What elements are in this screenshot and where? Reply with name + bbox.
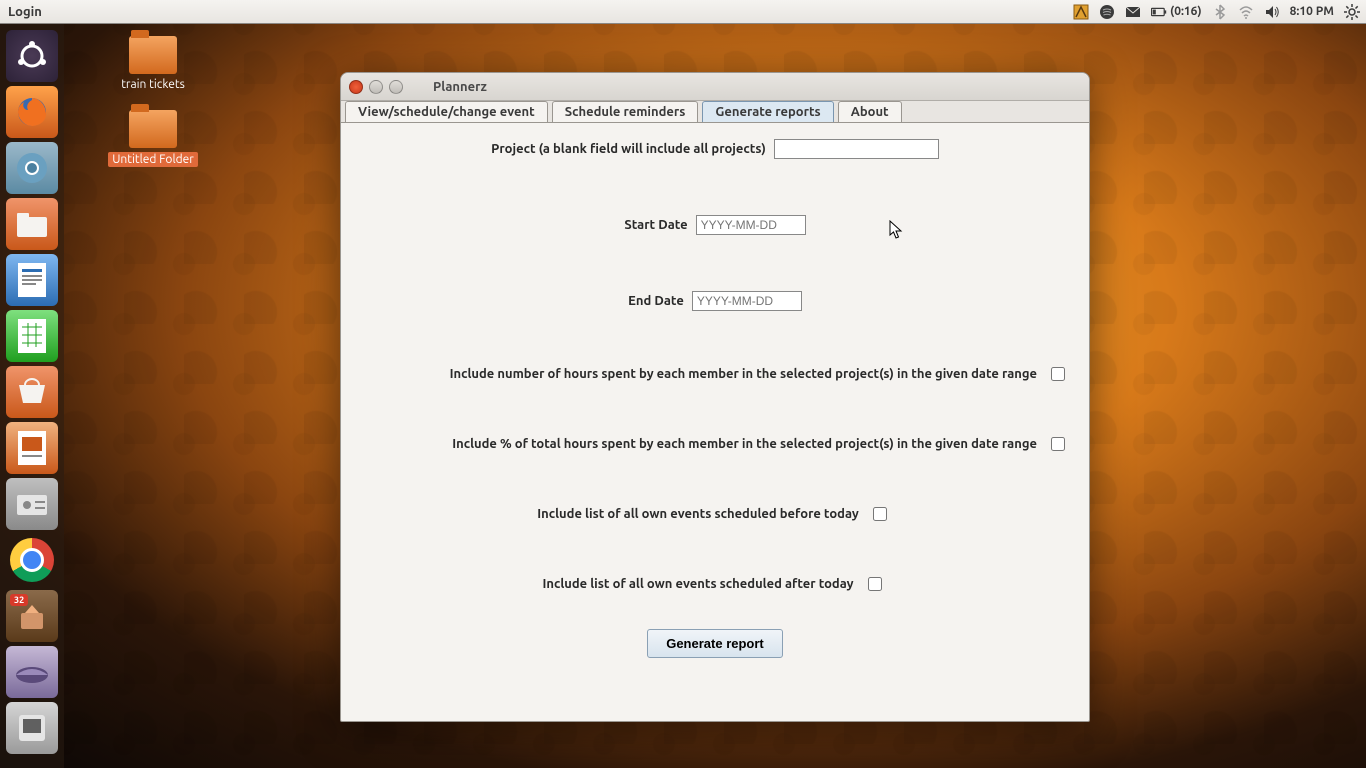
battery-text: (0:16) (1170, 5, 1202, 18)
project-input[interactable] (774, 139, 939, 159)
tab-schedule-reminders[interactable]: Schedule reminders (552, 101, 699, 122)
close-icon[interactable] (349, 80, 363, 94)
system-settings-icon[interactable] (6, 478, 58, 530)
folder-label: Untitled Folder (108, 152, 198, 167)
spotify-icon[interactable] (1099, 4, 1115, 20)
mail-icon[interactable] (1125, 4, 1141, 20)
percent-hours-checkbox[interactable] (1051, 437, 1065, 451)
events-before-today-checkbox[interactable] (873, 507, 887, 521)
hours-per-member-label: Include number of hours spent by each me… (450, 367, 1037, 381)
software-center-icon[interactable] (6, 366, 58, 418)
wifi-icon[interactable] (1238, 4, 1254, 20)
libreoffice-writer-icon[interactable] (6, 254, 58, 306)
events-before-today-label: Include list of all own events scheduled… (537, 507, 859, 521)
software-updater-icon[interactable]: 32 (6, 590, 58, 642)
minimize-icon[interactable] (369, 80, 383, 94)
start-date-input[interactable] (696, 215, 806, 235)
volume-icon[interactable] (1264, 4, 1280, 20)
plannerz-window: Plannerz View/schedule/change event Sche… (340, 72, 1090, 722)
start-date-label: Start Date (624, 218, 687, 232)
tray-app-icon[interactable] (1073, 4, 1089, 20)
chromium-icon[interactable] (6, 142, 58, 194)
java-app-icon[interactable] (6, 702, 58, 754)
tab-view-schedule-change-event[interactable]: View/schedule/change event (345, 101, 548, 122)
launcher-dock: 32 (0, 24, 64, 768)
desktop-folder-untitled[interactable]: Untitled Folder (98, 110, 208, 167)
project-label: Project (a blank field will include all … (491, 142, 766, 156)
folder-icon (129, 110, 177, 148)
firefox-icon[interactable] (6, 86, 58, 138)
project-row: Project (a blank field will include all … (359, 139, 1071, 159)
tab-generate-reports[interactable]: Generate reports (702, 101, 833, 122)
dash-home-icon[interactable] (6, 30, 58, 82)
end-date-row: End Date (359, 291, 1071, 311)
hours-per-member-row: Include number of hours spent by each me… (359, 367, 1071, 381)
app-menu-label[interactable]: Login (8, 5, 42, 19)
tab-about[interactable]: About (838, 101, 902, 122)
folder-label: train tickets (121, 78, 185, 91)
generate-button-row: Generate report (359, 629, 1071, 658)
folder-icon (129, 36, 177, 74)
top-menubar: Login (0:16) 8:10 PM (0, 0, 1366, 24)
chrome-icon[interactable] (10, 538, 54, 582)
libreoffice-calc-icon[interactable] (6, 310, 58, 362)
events-before-today-row: Include list of all own events scheduled… (359, 507, 1071, 521)
libreoffice-impress-icon[interactable] (6, 422, 58, 474)
report-form: Project (a blank field will include all … (341, 123, 1089, 721)
generate-report-button[interactable]: Generate report (647, 629, 783, 658)
events-after-today-row: Include list of all own events scheduled… (359, 577, 1071, 591)
gear-icon[interactable] (1344, 4, 1360, 20)
updates-badge: 32 (10, 594, 28, 606)
window-title: Plannerz (433, 80, 487, 94)
desktop-folder-train-tickets[interactable]: train tickets (98, 36, 208, 91)
window-titlebar[interactable]: Plannerz (341, 73, 1089, 101)
battery-indicator[interactable]: (0:16) (1151, 4, 1202, 20)
maximize-icon[interactable] (389, 80, 403, 94)
end-date-input[interactable] (692, 291, 802, 311)
files-icon[interactable] (6, 198, 58, 250)
end-date-label: End Date (628, 294, 684, 308)
percent-hours-label: Include % of total hours spent by each m… (452, 437, 1037, 451)
hours-per-member-checkbox[interactable] (1051, 367, 1065, 381)
tab-strip: View/schedule/change event Schedule remi… (341, 101, 1089, 123)
clock[interactable]: 8:10 PM (1290, 5, 1334, 18)
events-after-today-checkbox[interactable] (868, 577, 882, 591)
percent-hours-row: Include % of total hours spent by each m… (359, 437, 1071, 451)
eclipse-icon[interactable] (6, 646, 58, 698)
start-date-row: Start Date (359, 215, 1071, 235)
bluetooth-icon[interactable] (1212, 4, 1228, 20)
events-after-today-label: Include list of all own events scheduled… (542, 577, 853, 591)
